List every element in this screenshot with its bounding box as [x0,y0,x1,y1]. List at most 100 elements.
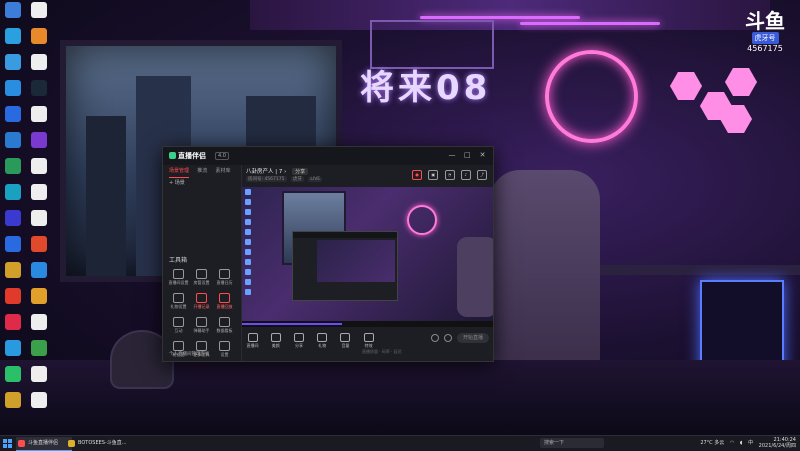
weather-widget[interactable]: 27°C 多云 [700,436,724,451]
taskbar-search[interactable]: 搜索一下 [540,438,604,448]
desktop-shortcut[interactable] [26,236,52,252]
gift-button[interactable]: 礼物 [312,331,333,349]
app-icon [5,366,21,382]
desktop-shortcut[interactable] [0,366,26,382]
windows-start-icon[interactable] [3,439,12,448]
tab-scene-manage[interactable]: 场景管理 [169,165,190,178]
toolbox-item[interactable]: 房管设置 [190,267,213,291]
share-button[interactable]: 分享 [292,168,309,175]
app-title-bar[interactable]: 直播伴侣 4.0 — □ ✕ [163,147,493,165]
desktop-shortcut[interactable] [0,340,26,356]
desktop-shortcut[interactable] [26,314,52,330]
desktop-shortcut[interactable] [0,288,26,304]
start-live-button[interactable]: 开始直播 [457,333,489,343]
close-icon[interactable]: ✕ [478,151,487,160]
taskbar-app-douyu[interactable]: BOTOSEES-斗鱼直... [66,437,128,450]
desktop-shortcut[interactable] [0,2,26,18]
stream-stats-text: 直播质量 · 码率 · 延迟 [362,349,402,354]
tool-icon [196,293,207,303]
room-button-label: 直播间 [246,343,259,348]
tab-material-library[interactable]: 素材库 [216,165,231,177]
desktop-shortcut[interactable] [0,184,26,200]
bottom-controls: 直播间 美颜 分享 礼物 音量 特效 开始直播 直播质量 · 码率 · 延迟 [242,329,493,359]
maximize-icon[interactable]: □ [463,151,472,160]
toolbox-item[interactable]: 礼物设置 [167,291,190,315]
desktop-shortcut[interactable] [0,210,26,226]
share-icon[interactable]: ⤴ [477,170,487,180]
app-icon [31,288,47,304]
effects-button[interactable]: 特效 [358,331,379,349]
camera-icon[interactable]: ▣ [428,170,439,180]
toolbox-item[interactable]: 开播记录 [190,291,213,315]
toolbox-item[interactable]: 数据看板 [213,315,236,339]
record-icon[interactable]: ● [412,170,423,180]
desktop-shortcut[interactable] [0,236,26,252]
desktop-shortcut[interactable] [0,314,26,330]
desktop-shortcut[interactable] [0,132,26,148]
volume-tray-icon[interactable]: ◖ [740,436,743,451]
toolbox-item[interactable]: 弹幕助手 [190,315,213,339]
stream-preview[interactable] [242,187,493,327]
desktop-shortcut[interactable] [26,28,52,44]
mic-icon[interactable]: ♪ [460,170,471,180]
desktop-shortcut[interactable] [26,132,52,148]
desktop-shortcut[interactable] [26,288,52,304]
taskbar-app-streaming[interactable]: 斗鱼直播伴侣 [16,437,72,451]
file-icon [31,106,47,122]
room-button[interactable]: 直播间 [242,331,263,349]
clock[interactable]: 21:40:24 2021/6/24/周四 [759,437,796,449]
desktop-shortcut[interactable] [0,28,26,44]
desktop-shortcut[interactable] [26,80,52,96]
desktop-shortcut[interactable] [26,340,52,356]
desktop-shortcut[interactable] [26,210,52,226]
desktop-shortcut[interactable] [26,184,52,200]
stream-title[interactable]: 八卦房产人 | 7 › [246,169,286,175]
network-icon[interactable]: ◠ [730,436,734,451]
desktop-shortcut[interactable] [26,392,52,408]
ceiling-arch [250,0,770,30]
volume-button[interactable]: 音量 [335,331,356,349]
app-icon [5,106,21,122]
desktop-shortcut[interactable] [0,106,26,122]
settings-icon[interactable] [430,334,439,342]
toolbox-item[interactable]: 互动 [167,315,190,339]
sidebar-footer-text[interactable]: 个人直播间管理面板 [169,351,210,357]
platform-label: 虎牙 [290,176,304,182]
desktop-shortcut[interactable] [26,366,52,382]
desktop-shortcut[interactable] [0,80,26,96]
desktop-shortcut[interactable] [0,158,26,174]
add-scene-button[interactable]: + 场景 [163,177,241,188]
preview-toolbar: ● ▣ ◔ ♪ ⤴ [408,170,487,180]
live-streaming-app-window[interactable]: 直播伴侣 4.0 — □ ✕ 场景管理 推流 素材库 + 场景 工具箱 直播间设… [162,146,494,362]
file-icon [31,366,47,382]
bell-icon[interactable]: ◔ [444,170,455,180]
share-stream-button[interactable]: 分享 [288,331,309,349]
desktop-shortcut[interactable] [26,106,52,122]
toolbox-item[interactable]: 直播日历 [213,267,236,291]
beauty-button[interactable]: 美颜 [265,331,286,349]
live-status-label: LIVE [308,177,323,182]
tool-icon [173,317,184,327]
app-icon [31,132,47,148]
toolbox-item[interactable]: 直播间设置 [167,267,190,291]
desktop-shortcut[interactable] [26,2,52,18]
desktop-shortcut[interactable] [26,262,52,278]
toolbox-item[interactable]: 设置 [213,339,236,363]
desktop-shortcut[interactable] [26,158,52,174]
tool-icon [196,269,207,279]
app-icon [5,340,21,356]
help-icon[interactable] [443,334,452,342]
desktop-shortcut[interactable] [0,262,26,278]
desktop-shortcut[interactable] [0,392,26,408]
tab-push-stream[interactable]: 推流 [197,165,207,177]
app-icon [31,262,47,278]
toolbox-item[interactable]: 直播回放 [213,291,236,315]
window-controls: — □ ✕ [444,151,487,160]
desktop-shortcut[interactable] [26,54,52,70]
taskbar: 斗鱼直播伴侣 BOTOSEES-斗鱼直... 搜索一下 27°C 多云 ◠ ◖ … [0,435,800,451]
file-icon [31,184,47,200]
desktop-shortcut[interactable] [0,54,26,70]
neon-hexagon [670,72,702,100]
minimize-icon[interactable]: — [448,151,457,160]
input-language[interactable]: 中 [748,436,753,451]
